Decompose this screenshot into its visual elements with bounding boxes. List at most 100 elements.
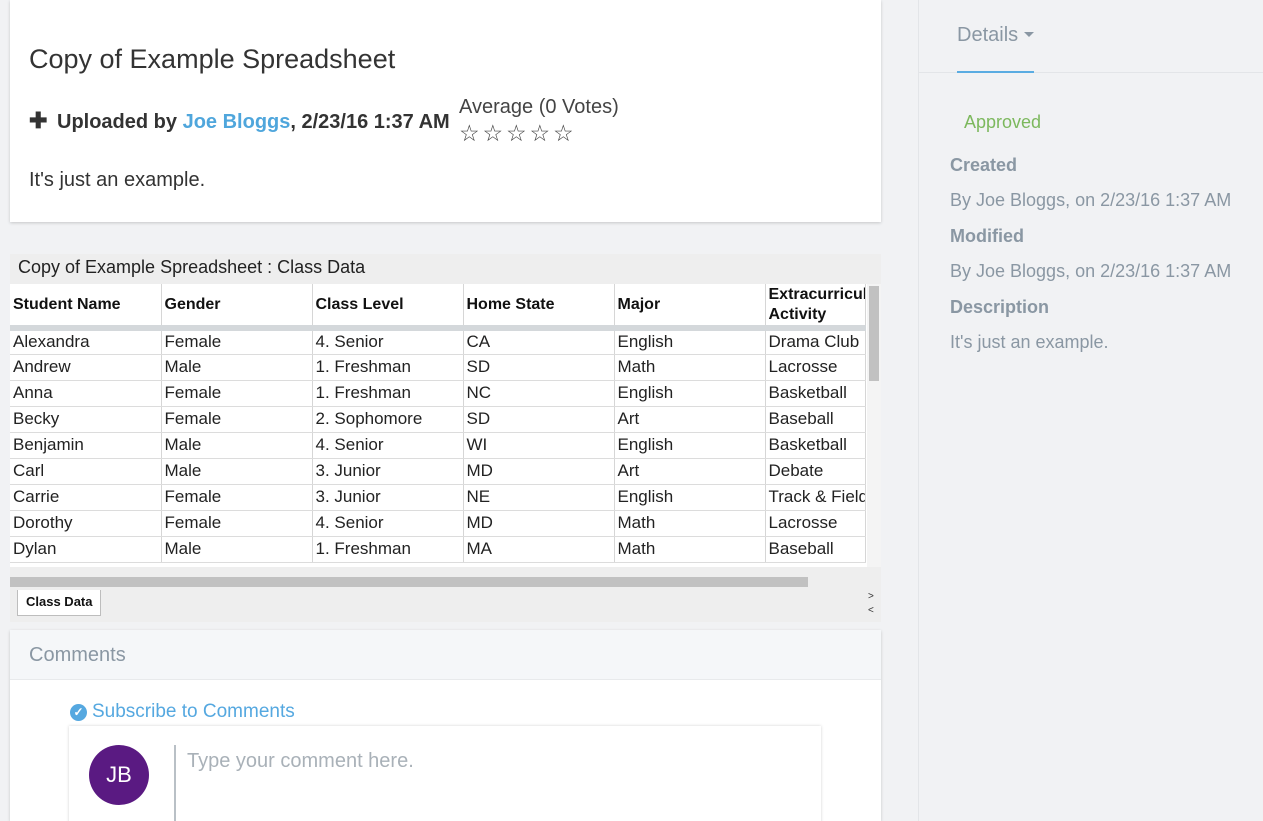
table-cell[interactable]: Baseball [765, 536, 866, 563]
table-cell[interactable]: Debate [765, 458, 866, 485]
table-cell[interactable]: Art [614, 406, 766, 433]
table-row: Dylan Male 1. Freshman MA Math Baseball [10, 536, 866, 563]
created-value: By Joe Bloggs, on 2/23/16 1:37 AM [950, 190, 1232, 210]
table-row: Becky Female 2. Sophomore SD Art Baseball [10, 406, 866, 433]
table-row: Andrew Male 1. Freshman SD Math Lacrosse [10, 354, 866, 381]
table-cell[interactable]: Benjamin [10, 432, 162, 459]
table-cell[interactable]: 4. Senior [312, 432, 464, 459]
next-sheet-button[interactable]: > [868, 590, 874, 604]
details-header: Details [919, 0, 1263, 73]
star-icon[interactable]: ☆ [506, 121, 530, 145]
previous-sheet-button[interactable]: < [868, 604, 874, 618]
column-header: Student Name [10, 284, 162, 331]
modified-value: By Joe Bloggs, on 2/23/16 1:37 AM [950, 261, 1232, 281]
star-icon[interactable]: ☆ [553, 121, 577, 145]
star-icon[interactable]: ☆ [483, 121, 507, 145]
table-cell[interactable]: 3. Junior [312, 458, 464, 485]
table-cell[interactable]: Math [614, 354, 766, 381]
table-cell[interactable]: 2. Sophomore [312, 406, 464, 433]
table-cell[interactable]: Andrew [10, 354, 162, 381]
avatar: JB [89, 745, 149, 805]
table-cell[interactable]: Basketball [765, 432, 866, 459]
table-cell[interactable]: Male [161, 458, 313, 485]
vertical-scroll-thumb[interactable] [869, 286, 879, 381]
rating-label: Average (0 Votes) [459, 96, 619, 118]
table-row: Benjamin Male 4. Senior WI English Basketball [10, 432, 866, 459]
table-cell[interactable]: English [614, 328, 766, 355]
table-cell[interactable]: Basketball [765, 380, 866, 407]
table-cell[interactable]: English [614, 380, 766, 407]
table-cell[interactable]: SD [463, 406, 615, 433]
table-cell[interactable]: SD [463, 354, 615, 381]
description-value: It's just an example. [950, 332, 1109, 352]
plus-icon[interactable]: ✚ [29, 108, 47, 133]
table-cell[interactable]: 1. Freshman [312, 536, 464, 563]
subscribe-label: Subscribe to Comments [92, 701, 295, 722]
table-cell[interactable]: Male [161, 536, 313, 563]
details-tab[interactable]: Details [957, 0, 1035, 73]
table-cell[interactable]: Alexandra [10, 328, 162, 355]
check-circle-icon: ✓ [70, 704, 87, 721]
comment-input[interactable] [187, 746, 807, 776]
table-cell[interactable]: 1. Freshman [312, 380, 464, 407]
table-cell[interactable]: English [614, 484, 766, 511]
table-cell[interactable]: Art [614, 458, 766, 485]
status-badge: Approved [964, 112, 1042, 132]
table-cell[interactable]: 3. Junior [312, 484, 464, 511]
rating-widget: Average (0 Votes) ☆☆☆☆☆ [459, 96, 619, 145]
caret-down-icon [1024, 32, 1035, 37]
sheet-grid[interactable]: Student Name Gender Class Level Home Sta… [10, 284, 867, 567]
table-cell[interactable]: Lacrosse [765, 510, 866, 537]
table-cell[interactable]: MD [463, 510, 615, 537]
table-cell[interactable]: Anna [10, 380, 162, 407]
table-cell[interactable]: Female [161, 484, 313, 511]
table-cell[interactable]: MD [463, 458, 615, 485]
document-title: Copy of Example Spreadsheet [29, 44, 396, 74]
table-cell[interactable]: Baseball [765, 406, 866, 433]
table-cell[interactable]: English [614, 432, 766, 459]
table-cell[interactable]: 4. Senior [312, 510, 464, 537]
sheet-tab-class-data[interactable]: Class Data [17, 590, 102, 616]
column-header: Class Level [312, 284, 464, 331]
table-cell[interactable]: Female [161, 328, 313, 355]
table-cell[interactable]: Math [614, 510, 766, 537]
table-cell[interactable]: NC [463, 380, 615, 407]
table-cell[interactable]: Male [161, 354, 313, 381]
table-cell[interactable]: NE [463, 484, 615, 511]
table-cell[interactable]: Lacrosse [765, 354, 866, 381]
table-cell[interactable]: 1. Freshman [312, 354, 464, 381]
column-header: Home State [463, 284, 615, 331]
table-cell[interactable]: Female [161, 380, 313, 407]
table-cell[interactable]: Carrie [10, 484, 162, 511]
column-header: Extracurricular Activity [765, 284, 866, 331]
table-cell[interactable]: Dylan [10, 536, 162, 563]
details-tab-label: Details [957, 24, 1019, 46]
star-icon[interactable]: ☆ [459, 121, 483, 145]
table-cell[interactable]: 4. Senior [312, 328, 464, 355]
comment-composer: JB [69, 726, 821, 821]
table-cell[interactable]: MA [463, 536, 615, 563]
table-row: Alexandra Female 4. Senior CA English Drama C… [10, 328, 866, 355]
table-cell[interactable]: Male [161, 432, 313, 459]
table-cell[interactable]: WI [463, 432, 615, 459]
author-link[interactable]: Joe Bloggs [183, 111, 291, 133]
table-header-row: Student Name Gender Class Level Home Sta… [10, 284, 866, 331]
table-row: Carl Male 3. Junior MD Art Debate [10, 458, 866, 485]
table-cell[interactable]: Carl [10, 458, 162, 485]
subscribe-to-comments-link[interactable]: ✓ Subscribe to Comments [70, 701, 295, 723]
table-cell[interactable]: Dorothy [10, 510, 162, 537]
table-cell[interactable]: Female [161, 406, 313, 433]
table-cell[interactable]: CA [463, 328, 615, 355]
table-cell[interactable]: Math [614, 536, 766, 563]
description-label: Description [950, 297, 1050, 317]
upload-date: , 2/23/16 1:37 AM [290, 111, 450, 133]
table-cell[interactable]: Female [161, 510, 313, 537]
table-cell[interactable]: Becky [10, 406, 162, 433]
comments-section: Comments ✓ Subscribe to Comments JB [10, 630, 881, 821]
table-cell[interactable]: Track & Field [765, 484, 866, 511]
table-row: Dorothy Female 4. Senior MD Math Lacrosse [10, 510, 866, 537]
star-icon[interactable]: ☆ [530, 121, 554, 145]
table-cell[interactable]: Drama Club [765, 328, 866, 355]
horizontal-scroll-thumb[interactable] [10, 577, 808, 587]
star-rating: ☆☆☆☆☆ [459, 121, 619, 145]
